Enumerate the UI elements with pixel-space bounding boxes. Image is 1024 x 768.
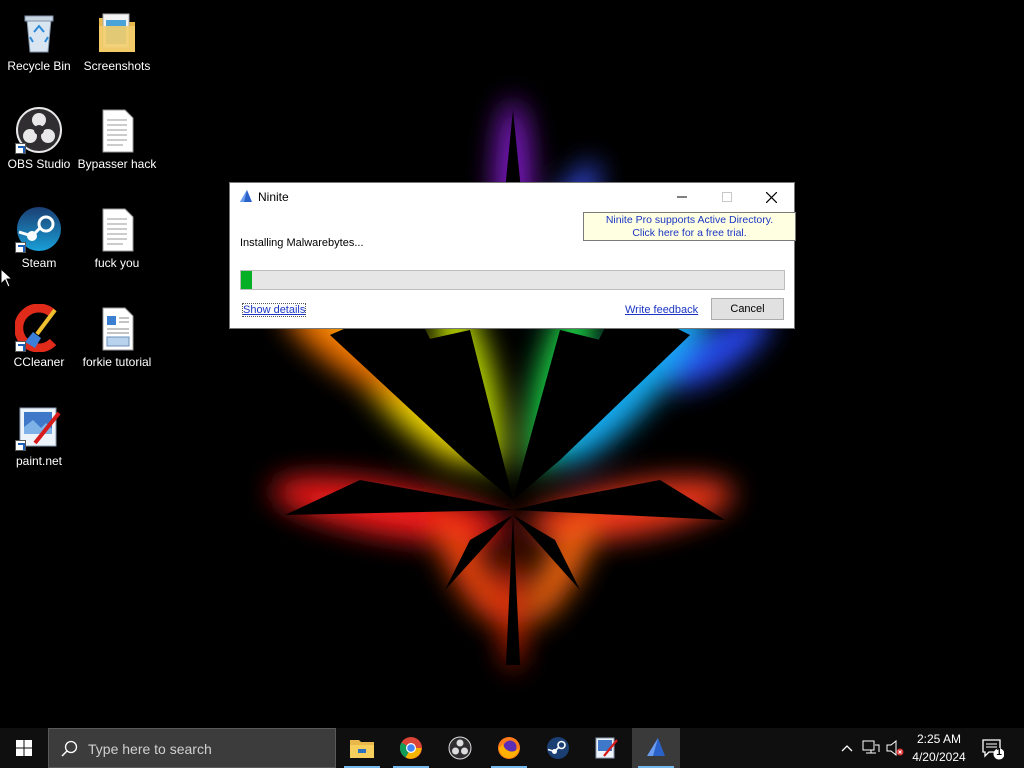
desktop: Recycle Bin Screenshots OBS Studio Bypas… xyxy=(0,0,1024,728)
ccleaner-icon xyxy=(14,303,63,353)
obs-studio-icon xyxy=(15,106,63,154)
clock-date: 4/20/2024 xyxy=(912,750,966,764)
taskbar-paint-net[interactable] xyxy=(582,728,630,768)
text-file-icon xyxy=(93,106,141,154)
window-title: Ninite xyxy=(258,190,289,204)
desktop-icon-label: OBS Studio xyxy=(7,157,71,171)
taskbar-steam[interactable] xyxy=(534,728,582,768)
search-icon xyxy=(61,740,78,757)
ninite-logo-icon xyxy=(647,738,665,756)
notification-count-badge: 1 xyxy=(996,747,1002,758)
write-feedback-link[interactable]: Write feedback xyxy=(625,304,698,316)
steam-icon xyxy=(15,205,63,253)
mouse-cursor-icon xyxy=(0,268,12,288)
desktop-icon-label: Steam xyxy=(21,256,57,270)
shortcut-arrow-icon xyxy=(15,143,26,154)
firefox-icon xyxy=(498,737,520,759)
desktop-icon-label: fuck you xyxy=(94,256,140,270)
taskbar: Type here to search 2:25 AM 4/20/2024 1 xyxy=(0,728,1024,768)
chrome-icon xyxy=(399,737,422,759)
taskbar-search-box[interactable]: Type here to search xyxy=(48,728,336,768)
desktop-icon-forkie-tutorial[interactable]: forkie tutorial xyxy=(78,304,156,369)
minimize-button[interactable] xyxy=(659,183,704,211)
taskbar-firefox[interactable] xyxy=(485,728,533,768)
shortcut-arrow-icon xyxy=(15,242,26,253)
action-center-button[interactable]: 1 xyxy=(980,736,1005,760)
minimize-icon xyxy=(676,196,687,198)
desktop-icon-label: Bypasser hack xyxy=(77,157,157,171)
taskbar-obs-studio[interactable] xyxy=(436,728,484,768)
taskbar-file-explorer[interactable] xyxy=(338,728,386,768)
shortcut-arrow-icon xyxy=(15,440,26,451)
volume-button[interactable] xyxy=(886,738,904,758)
install-status: Installing Malwarebytes... xyxy=(240,237,364,249)
taskbar-clock[interactable]: 2:25 AM 4/20/2024 xyxy=(905,730,973,766)
clock-time: 2:25 AM xyxy=(916,732,962,746)
desktop-icon-fuck-you[interactable]: fuck you xyxy=(78,205,156,270)
desktop-icon-screenshots[interactable]: Screenshots xyxy=(78,8,156,73)
desktop-icon-label: paint.net xyxy=(15,454,63,468)
desktop-icon-obs-studio[interactable]: OBS Studio xyxy=(0,106,78,171)
document-icon xyxy=(93,304,141,352)
desktop-icon-steam[interactable]: Steam xyxy=(0,205,78,270)
desktop-icon-label: Recycle Bin xyxy=(7,59,71,73)
maximize-button xyxy=(704,183,749,211)
taskbar-chrome[interactable] xyxy=(387,728,435,768)
taskbar-ninite[interactable] xyxy=(632,728,680,768)
desktop-icon-ccleaner[interactable]: CCleaner xyxy=(0,303,78,369)
show-details-link[interactable]: Show details xyxy=(241,303,307,317)
promo-line: Ninite Pro supports Active Directory. xyxy=(605,214,774,226)
ninite-logo-icon xyxy=(240,190,252,202)
recycle-bin-icon xyxy=(15,8,63,56)
search-placeholder: Type here to search xyxy=(88,741,212,757)
network-button[interactable] xyxy=(862,738,880,758)
show-hidden-icons-button[interactable] xyxy=(838,738,856,758)
ninite-pro-promo[interactable]: Ninite Pro supports Active Directory. Cl… xyxy=(583,212,796,241)
folder-icon xyxy=(93,8,141,56)
desktop-icon-bypasser-hack[interactable]: Bypasser hack xyxy=(78,106,156,171)
ninite-titlebar[interactable]: Ninite xyxy=(230,183,794,211)
start-button[interactable] xyxy=(0,728,48,768)
progress-fill xyxy=(241,271,252,289)
desktop-icon-paint-net[interactable]: paint.net xyxy=(0,403,78,468)
volume-muted-icon xyxy=(886,740,904,756)
install-progress-bar xyxy=(240,270,785,290)
ninite-window: Ninite Ninite Pro supports Active Direct… xyxy=(229,182,796,329)
maximize-icon xyxy=(721,192,732,202)
promo-line: Click here for a free trial. xyxy=(632,227,747,239)
shortcut-arrow-icon xyxy=(15,341,26,352)
paint-net-icon xyxy=(595,737,618,759)
windows-logo-icon xyxy=(16,740,32,756)
paint-net-icon xyxy=(15,403,63,451)
text-file-icon xyxy=(93,205,141,253)
close-icon xyxy=(766,191,777,203)
close-button[interactable] xyxy=(749,183,794,211)
obs-studio-icon xyxy=(448,736,472,760)
file-explorer-icon xyxy=(350,740,374,758)
desktop-icon-label: forkie tutorial xyxy=(82,355,152,369)
steam-icon xyxy=(547,737,569,759)
chevron-up-icon xyxy=(841,745,853,752)
desktop-icon-recycle-bin[interactable]: Recycle Bin xyxy=(0,8,78,73)
network-icon xyxy=(862,740,880,754)
desktop-icon-label: CCleaner xyxy=(13,355,65,369)
cancel-button[interactable]: Cancel xyxy=(711,298,784,320)
desktop-icon-label: Screenshots xyxy=(83,59,151,73)
